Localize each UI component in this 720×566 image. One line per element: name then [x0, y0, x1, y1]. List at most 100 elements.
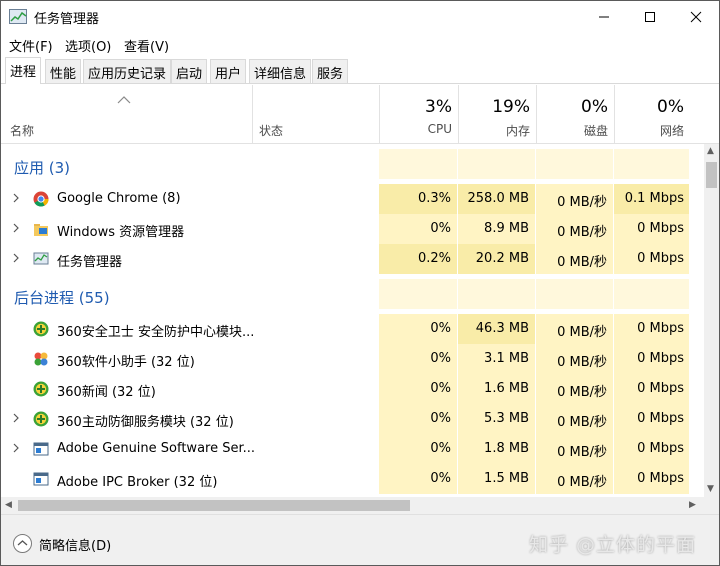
- column-divider: [252, 85, 253, 144]
- 360-shield-icon: [33, 321, 49, 337]
- minimize-button[interactable]: [581, 1, 627, 33]
- disk-value: 0 MB/秒: [557, 325, 607, 340]
- group-header-background[interactable]: 后台进程 (55): [1, 279, 704, 309]
- tab-bar: 进程 性能 应用历史记录 启动 用户 详细信息 服务: [1, 57, 719, 84]
- disk-value: 0 MB/秒: [557, 415, 607, 430]
- cpu-value: 0.2%: [417, 251, 451, 266]
- tab-details[interactable]: 详细信息: [249, 59, 312, 83]
- collapse-up-icon[interactable]: [13, 534, 32, 553]
- column-disk-header[interactable]: 0% 磁盘: [536, 85, 614, 144]
- memory-value: 8.9 MB: [484, 221, 529, 236]
- scrollbar-corner: [704, 497, 719, 514]
- maximize-icon: [645, 12, 655, 22]
- menu-options[interactable]: 选项(O): [65, 36, 111, 55]
- cpu-value: 0%: [430, 411, 451, 426]
- process-name: 360主动防御服务模块 (32 位): [57, 415, 234, 430]
- tab-users[interactable]: 用户: [210, 59, 247, 83]
- process-name: 360新闻 (32 位): [57, 385, 156, 400]
- table-row[interactable]: Windows 资源管理器 0% 8.9 MB 0 MB/秒 0 Mbps: [1, 214, 704, 244]
- network-label: 网络: [659, 124, 684, 138]
- process-name: Google Chrome (8): [57, 191, 181, 206]
- cpu-value: 0%: [430, 351, 451, 366]
- watermark: 知乎 @立体的平面: [529, 534, 697, 556]
- memory-value: 1.5 MB: [484, 471, 529, 486]
- menu-file[interactable]: 文件(F): [9, 36, 53, 55]
- horizontal-scroll-thumb[interactable]: [18, 500, 410, 511]
- column-status-header[interactable]: 状态: [259, 122, 283, 139]
- memory-value: 5.3 MB: [484, 411, 529, 426]
- column-cpu-header[interactable]: 3% CPU: [379, 85, 458, 144]
- cpu-label: CPU: [427, 122, 452, 136]
- table-row[interactable]: 360新闻 (32 位) 0% 1.6 MB 0 MB/秒 0 Mbps: [1, 374, 704, 404]
- column-memory-header[interactable]: 19% 内存: [458, 85, 536, 144]
- group-title: 后台进程 (55): [14, 289, 110, 307]
- network-value: 0 Mbps: [637, 441, 684, 456]
- 360-shield-icon: [33, 411, 49, 427]
- tab-performance[interactable]: 性能: [45, 59, 82, 83]
- task-manager-icon: [33, 252, 49, 265]
- disk-total: 0%: [581, 97, 608, 117]
- process-name: Windows 资源管理器: [57, 225, 185, 240]
- cpu-value: 0%: [430, 381, 451, 396]
- expand-chevron-icon[interactable]: [12, 413, 20, 423]
- process-name: 360软件小助手 (32 位): [57, 355, 195, 370]
- table-row[interactable]: 任务管理器 0.2% 20.2 MB 0 MB/秒 0 Mbps: [1, 244, 704, 274]
- column-network-header[interactable]: 0% 网络: [614, 85, 690, 144]
- fewer-details-button[interactable]: 简略信息(D): [39, 535, 111, 554]
- disk-value: 0 MB/秒: [557, 195, 607, 210]
- table-row[interactable]: 360主动防御服务模块 (32 位) 0% 5.3 MB 0 MB/秒 0 Mb…: [1, 404, 704, 434]
- 360-assistant-icon: [34, 352, 48, 366]
- menu-bar: 文件(F) 选项(O) 查看(V): [1, 33, 719, 55]
- scroll-down-icon[interactable]: ▼: [707, 484, 714, 494]
- minimize-icon: [599, 16, 609, 18]
- network-value: 0 Mbps: [637, 321, 684, 336]
- app-window-icon: [33, 442, 49, 456]
- memory-label: 内存: [505, 124, 530, 138]
- memory-value: 3.1 MB: [484, 351, 529, 366]
- scroll-left-icon[interactable]: ◀: [5, 500, 12, 510]
- task-manager-icon: [9, 9, 27, 24]
- chrome-icon: [33, 191, 49, 207]
- table-row[interactable]: Google Chrome (8) 0.3% 258.0 MB 0 MB/秒 0…: [1, 184, 704, 214]
- cpu-value: 0%: [430, 321, 451, 336]
- table-row[interactable]: Adobe Genuine Software Ser... 0% 1.8 MB …: [1, 434, 704, 464]
- maximize-button[interactable]: [627, 1, 673, 33]
- expand-chevron-icon[interactable]: [12, 223, 20, 233]
- column-name-header[interactable]: 名称: [10, 122, 34, 139]
- network-value: 0 Mbps: [637, 221, 684, 236]
- memory-value: 258.0 MB: [467, 191, 529, 206]
- memory-value: 1.8 MB: [484, 441, 529, 456]
- expand-chevron-icon[interactable]: [12, 253, 20, 263]
- vertical-scrollbar[interactable]: ▲ ▼: [704, 144, 719, 497]
- cpu-value: 0%: [430, 471, 451, 486]
- vertical-scroll-thumb[interactable]: [706, 162, 717, 188]
- memory-value: 20.2 MB: [475, 251, 529, 266]
- expand-chevron-icon[interactable]: [12, 443, 20, 453]
- scroll-up-icon[interactable]: ▲: [707, 146, 714, 156]
- network-value: 0 Mbps: [637, 351, 684, 366]
- scroll-right-icon[interactable]: ▶: [689, 500, 696, 510]
- footer-bar: 简略信息(D) 知乎 @立体的平面: [1, 514, 719, 565]
- 360-shield-icon: [33, 381, 49, 397]
- network-value: 0 Mbps: [637, 411, 684, 426]
- menu-view[interactable]: 查看(V): [124, 36, 169, 55]
- network-value: 0.1 Mbps: [624, 191, 684, 206]
- tab-services[interactable]: 服务: [312, 59, 349, 83]
- process-name: 360安全卫士 安全防护中心模块...: [57, 325, 255, 340]
- network-value: 0 Mbps: [637, 251, 684, 266]
- folder-icon: [34, 224, 48, 236]
- group-header-apps[interactable]: 应用 (3): [1, 149, 704, 179]
- tab-app-history[interactable]: 应用历史记录: [83, 59, 172, 83]
- cpu-total: 3%: [425, 97, 452, 117]
- expand-chevron-icon[interactable]: [12, 193, 20, 203]
- title-bar: 任务管理器: [1, 1, 719, 33]
- table-row[interactable]: 360软件小助手 (32 位) 0% 3.1 MB 0 MB/秒 0 Mbps: [1, 344, 704, 374]
- table-row[interactable]: Adobe IPC Broker (32 位) 0% 1.5 MB 0 MB/秒…: [1, 464, 704, 494]
- task-manager-window: 任务管理器 文件(F) 选项(O) 查看(V) 进程 性能 应用历史记录 启动 …: [0, 0, 720, 566]
- close-button[interactable]: [673, 1, 719, 33]
- horizontal-scrollbar[interactable]: ◀ ▶: [1, 497, 704, 514]
- table-row[interactable]: 360安全卫士 安全防护中心模块... 0% 46.3 MB 0 MB/秒 0 …: [1, 314, 704, 344]
- disk-value: 0 MB/秒: [557, 385, 607, 400]
- tab-processes[interactable]: 进程: [5, 57, 42, 84]
- tab-startup[interactable]: 启动: [171, 59, 208, 83]
